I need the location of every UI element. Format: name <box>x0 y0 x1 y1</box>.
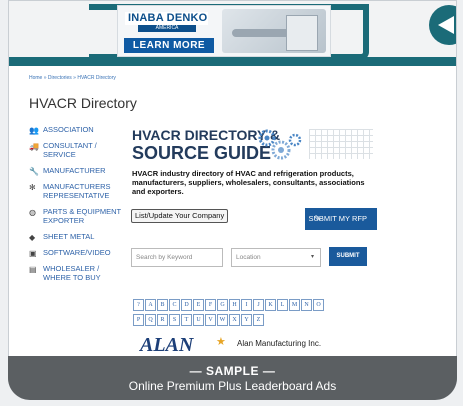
guide-title-line2: SOURCE GUIDE <box>132 143 272 163</box>
sidebar-item-consultant[interactable]: 🚚 CONSULTANT / SERVICE <box>29 141 121 159</box>
alphabet-letter[interactable]: O <box>313 299 324 311</box>
alphabet-letter[interactable]: U <box>193 314 204 326</box>
chevron-down-icon: ▾ <box>310 254 314 260</box>
alphabet-row: PQRSTUVWXYZ <box>133 308 383 326</box>
alphabet-letter[interactable]: L <box>277 299 288 311</box>
source-guide-logo: HVACR DIRECTORY & SOURCE GUIDE <box>132 126 372 162</box>
fan-icon: ✻ <box>29 183 36 192</box>
company-name[interactable]: Alan Manufacturing Inc. <box>237 339 321 348</box>
ad-unit-shape <box>286 15 318 51</box>
sidebar-item-wholesaler[interactable]: ▤ WHOLESALER / WHERE TO BUY <box>29 264 121 282</box>
alphabet-letter[interactable]: Y <box>241 314 252 326</box>
keyword-search-input[interactable]: Search by Keyword <box>131 248 223 267</box>
device-frame: INABA DENKO AMERICA LEARN MORE Home » Di… <box>0 0 463 406</box>
sample-label: — SAMPLE — <box>189 364 276 378</box>
sample-description: Online Premium Plus Leaderboard Ads <box>128 379 337 393</box>
alphabet-letter[interactable]: X <box>229 314 240 326</box>
page-title: HVACR Directory <box>29 95 137 111</box>
browser-screen: INABA DENKO AMERICA LEARN MORE Home » Di… <box>8 0 457 400</box>
directory-description: HVACR industry directory of HVAC and ref… <box>132 169 365 196</box>
breadcrumb[interactable]: Home » Directories » HVACR Directory <box>29 75 116 81</box>
alphabet-letter[interactable]: Z <box>253 314 264 326</box>
alphabet-letter[interactable]: N <box>301 299 312 311</box>
alphabet-letter[interactable]: M <box>289 299 300 311</box>
list-company-button[interactable]: List/Update Your Company <box>131 209 229 223</box>
ad-product-image <box>222 9 326 53</box>
alphabet-letter[interactable]: K <box>265 299 276 311</box>
alphabet-letter[interactable]: W <box>217 314 228 326</box>
alphabet-letter[interactable]: S <box>169 314 180 326</box>
people-icon: 👥 <box>29 126 39 135</box>
guide-title-line1: HVACR DIRECTORY & <box>132 127 281 143</box>
truck-icon: 🚚 <box>29 142 39 151</box>
sidebar-item-manufacturer[interactable]: 🔧 MANUFACTURER <box>29 166 121 176</box>
company-logo[interactable]: ALAN <box>140 334 193 357</box>
sidebar-item-association[interactable]: 👥 ASSOCIATION <box>29 125 121 135</box>
sidebar-item-software-video[interactable]: ▣ SOFTWARE/VIDEO <box>29 248 121 258</box>
wrench-icon: 🔧 <box>29 167 39 176</box>
alphabet-filter: ? A B C D E F G H I J K L M N O PQRSTUVWXYZ <box>133 293 383 326</box>
warehouse-icon: ▤ <box>29 265 37 274</box>
pencil-icon: ✎ <box>314 214 321 223</box>
ad-brand: INABA DENKO <box>125 12 208 25</box>
ad-brand-sub: AMERICA <box>138 25 196 32</box>
search-submit-button[interactable]: SUBMIT <box>329 247 367 266</box>
category-sidebar: 👥 ASSOCIATION 🚚 CONSULTANT / SERVICE 🔧 MANU… <box>29 125 121 289</box>
alphabet-letter[interactable]: P <box>133 314 144 326</box>
monitor-icon: ▣ <box>29 249 37 258</box>
alphabet-row: ? A B C D E F G H I J K L M N O <box>133 293 383 311</box>
alphabet-letter[interactable]: R <box>157 314 168 326</box>
alphabet-letter[interactable]: T <box>181 314 192 326</box>
sidebar-item-manufacturers-rep[interactable]: ✻ MANUFACTURERS REPRESENTATIVE <box>29 182 121 200</box>
globe-icon: ◍ <box>29 208 36 217</box>
location-select[interactable]: Location ▾ <box>231 248 321 267</box>
alphabet-letter[interactable]: Q <box>145 314 156 326</box>
learn-more-button[interactable]: LEARN MORE <box>124 38 214 53</box>
gears-icon <box>258 129 302 160</box>
sidebar-item-parts-exporter[interactable]: ◍ PARTS & EQUIPMENT EXPORTER <box>29 207 121 225</box>
star-icon: ★ <box>216 336 226 348</box>
ad-bottom-bar <box>9 57 456 66</box>
submit-rfp-button[interactable]: ✎ SUBMIT MY RFP <box>305 208 377 230</box>
sample-caption: — SAMPLE — Online Premium Plus Leaderboa… <box>8 356 457 400</box>
layers-icon: ◆ <box>29 233 36 242</box>
leaderboard-ad[interactable]: INABA DENKO AMERICA LEARN MORE <box>117 5 331 57</box>
sidebar-item-sheet-metal[interactable]: ◆ SHEET METAL <box>29 232 121 242</box>
alphabet-letter[interactable]: V <box>205 314 216 326</box>
